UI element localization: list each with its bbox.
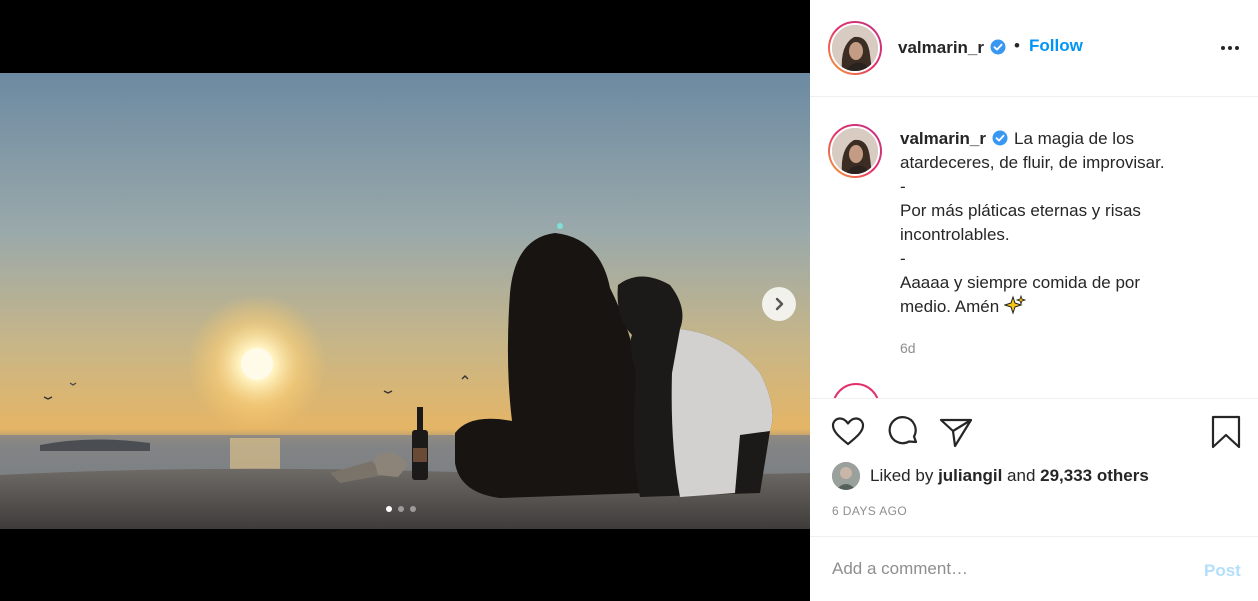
caption-line: Aaaaa y siempre comida de por (900, 273, 1141, 292)
carousel-indicator (386, 506, 416, 512)
caption-line: - (900, 177, 906, 196)
share-icon[interactable] (938, 414, 974, 450)
heart-icon[interactable] (830, 414, 866, 450)
add-comment-bar: Post (810, 536, 1258, 601)
separator-bullet: • (1014, 36, 1020, 55)
liker-avatar[interactable] (832, 462, 860, 490)
caption-line: Por más pláticas eternas y risas (900, 201, 1141, 220)
header-username[interactable]: valmarin_r (898, 38, 984, 58)
likes-and: and (1007, 466, 1036, 485)
caption-line: incontrolables. (900, 225, 1010, 244)
more-options-icon[interactable] (1216, 38, 1244, 58)
comments-section: valmarin_r La magia de los atardeceres, d… (810, 97, 1258, 399)
next-slide-button[interactable] (762, 287, 796, 321)
likes-prefix: Liked by (870, 466, 934, 485)
post-date[interactable]: 6 DAYS AGO (832, 504, 907, 518)
sparkles-emoji-icon (1003, 295, 1026, 315)
chevron-right-icon (775, 297, 784, 311)
caption-line: - (900, 249, 906, 268)
caption-line: La magia de los (1014, 129, 1135, 148)
verified-badge-icon (992, 130, 1008, 146)
avatar-image (830, 126, 880, 176)
avatar[interactable] (828, 21, 882, 75)
post-header: valmarin_r • Follow (810, 0, 1258, 97)
follow-button[interactable]: Follow (1029, 36, 1083, 56)
caption-avatar[interactable] (828, 124, 882, 178)
carousel-dot (410, 506, 416, 512)
avatar-image (830, 23, 880, 73)
post-media (0, 0, 810, 601)
carousel-dot (398, 506, 404, 512)
post-sidebar: valmarin_r • Follow valmarin_r La magia d… (810, 0, 1258, 601)
likes-others-link[interactable]: 29,333 others (1040, 466, 1149, 486)
bookmark-icon[interactable] (1208, 414, 1244, 450)
caption-line-text: medio. Amén (900, 297, 1000, 316)
caption-timestamp: 6d (900, 340, 916, 356)
post-photo[interactable] (0, 73, 810, 529)
action-bar (810, 410, 1258, 454)
caption-line-last: medio. Amén (900, 295, 1240, 319)
caption-username[interactable]: valmarin_r (900, 129, 986, 148)
verified-badge-icon (990, 39, 1006, 55)
caption-line: atardeceres, de fluir, de improvisar. (900, 153, 1165, 172)
comment-input[interactable] (832, 555, 1172, 583)
comment-icon[interactable] (885, 414, 921, 450)
post-comment-button[interactable]: Post (1204, 561, 1241, 581)
likes-summary: Liked by juliangil and 29,333 others (832, 462, 1149, 490)
carousel-dot (386, 506, 392, 512)
liked-by-user-link[interactable]: juliangil (938, 466, 1002, 486)
post-caption: valmarin_r La magia de los atardeceres, d… (900, 127, 1240, 319)
next-comment-avatar[interactable] (832, 383, 880, 398)
sunset-beach-image (0, 73, 810, 529)
